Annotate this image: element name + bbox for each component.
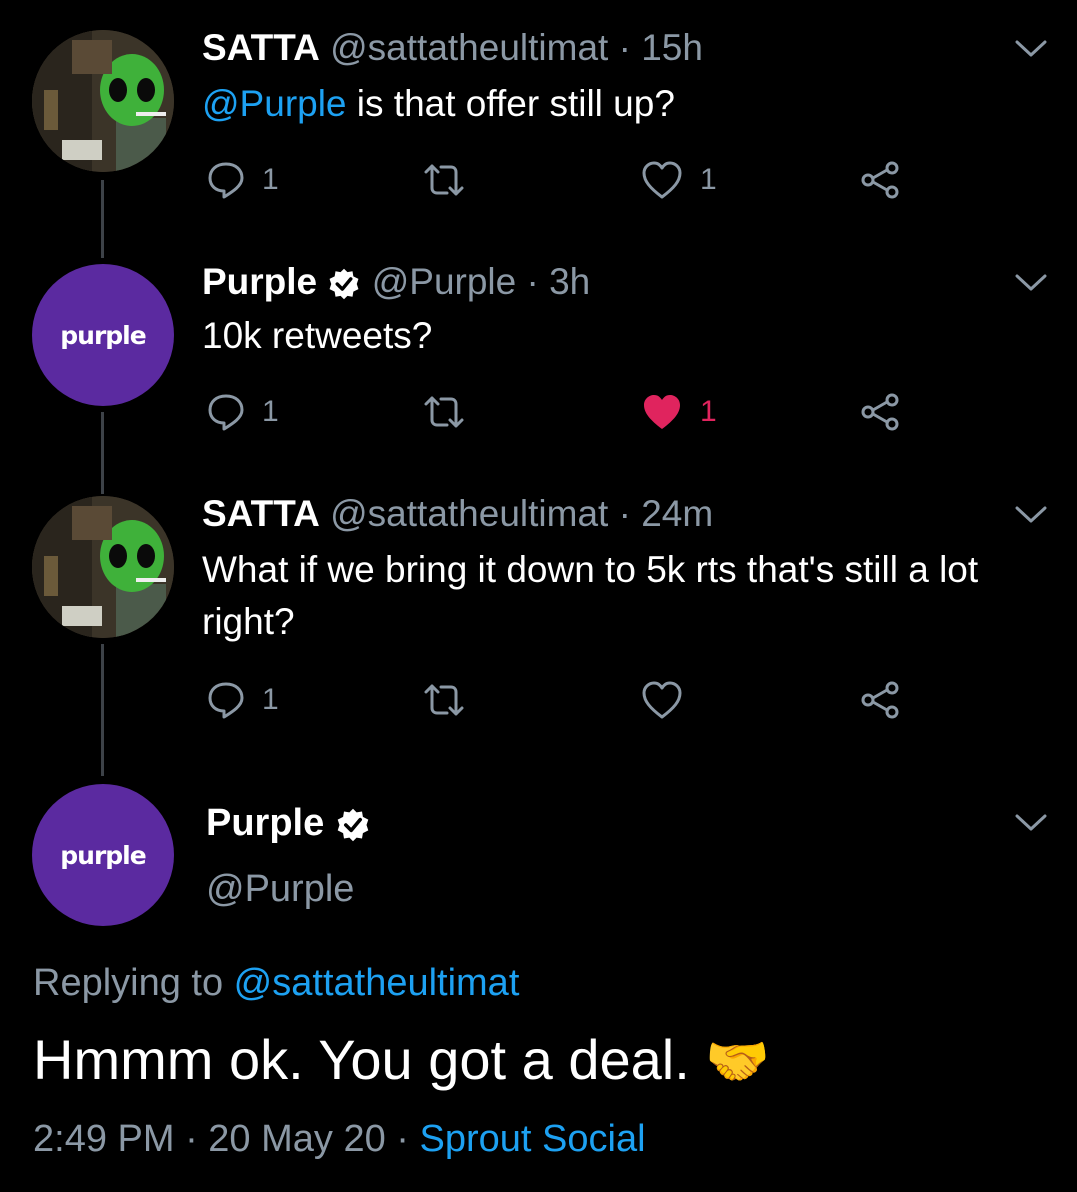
retweet-button[interactable] — [420, 392, 468, 432]
retweet-button[interactable] — [420, 160, 468, 200]
reply-button[interactable]: 1 — [206, 160, 279, 200]
thread-line — [101, 644, 104, 776]
avatar[interactable] — [32, 30, 174, 172]
tweet-text: 10k retweets? — [202, 315, 433, 356]
display-name[interactable]: SATTA — [202, 493, 320, 534]
like-button[interactable]: 1 — [640, 392, 717, 432]
avatar-logo: purple — [60, 320, 146, 350]
reply-count: 1 — [262, 395, 279, 428]
tweet-text-body: Hmmm ok. You got a deal. — [33, 1028, 690, 1091]
share-button[interactable] — [858, 392, 902, 432]
handle-time: @sattatheultimat · 15h — [330, 27, 703, 68]
tweet-text: What if we bring it down to 5k rts that'… — [202, 549, 979, 642]
replying-prefix: Replying to — [33, 962, 234, 1004]
source-link[interactable]: Sprout Social — [420, 1118, 646, 1160]
share-button[interactable] — [858, 160, 902, 200]
main-tweet-text: Hmmm ok. You got a deal. 🤝 — [33, 1026, 770, 1096]
tweet-text-body: is that offer still up? — [346, 83, 675, 124]
mention-link[interactable]: @Purple — [202, 83, 347, 124]
chevron-down-icon[interactable] — [1014, 272, 1048, 294]
display-name[interactable]: Purple — [206, 802, 324, 844]
like-button[interactable]: 1 — [640, 160, 717, 200]
share-icon — [858, 680, 902, 720]
reply-button[interactable]: 1 — [206, 680, 279, 720]
display-name[interactable]: SATTA — [202, 27, 320, 68]
like-button[interactable] — [640, 680, 684, 720]
reply-icon — [206, 392, 246, 432]
avatar[interactable]: purple — [32, 264, 174, 406]
avatar[interactable]: purple — [32, 784, 174, 926]
like-count: 1 — [700, 163, 717, 196]
reply-icon — [206, 680, 246, 720]
reply-count: 1 — [262, 163, 279, 196]
retweet-icon — [420, 392, 468, 432]
handle-time: @Purple · 3h — [371, 261, 591, 302]
replying-to: Replying to @sattatheultimat — [33, 960, 519, 1006]
chevron-down-icon[interactable] — [1014, 504, 1048, 526]
like-count: 1 — [700, 395, 717, 428]
retweet-button[interactable] — [420, 680, 468, 720]
reply-count: 1 — [262, 683, 279, 716]
tweet-text: @Purple is that offer still up? — [202, 78, 1052, 130]
share-icon — [858, 392, 902, 432]
retweet-icon — [420, 680, 468, 720]
retweet-icon — [420, 160, 468, 200]
share-icon — [858, 160, 902, 200]
handshake-emoji: 🤝 — [705, 1033, 771, 1091]
avatar[interactable] — [32, 496, 174, 638]
avatar-image — [32, 30, 174, 172]
like-icon — [640, 160, 684, 200]
reply-icon — [206, 160, 246, 200]
verified-badge-icon — [327, 267, 361, 301]
avatar-logo: purple — [60, 840, 146, 870]
author-handle[interactable]: @Purple — [206, 866, 354, 912]
tweet-header: SATTA @sattatheultimat · 15h — [202, 26, 703, 70]
share-button[interactable] — [858, 680, 902, 720]
timestamp: 2:49 PM · 20 May 20 · — [33, 1118, 420, 1160]
thread-line — [101, 412, 104, 494]
like-icon — [640, 392, 684, 432]
tweet-meta: 2:49 PM · 20 May 20 · Sprout Social — [33, 1116, 646, 1162]
avatar-image — [32, 496, 174, 638]
thread-line — [101, 180, 104, 258]
tweet-header: Purple @Purple · 3h — [202, 260, 590, 304]
chevron-down-icon[interactable] — [1014, 812, 1048, 834]
like-icon — [640, 680, 684, 720]
author-name-row: Purple — [206, 800, 371, 846]
verified-badge-icon — [335, 807, 371, 843]
reply-button[interactable]: 1 — [206, 392, 279, 432]
chevron-down-icon[interactable] — [1014, 38, 1048, 60]
display-name[interactable]: Purple — [202, 261, 317, 302]
tweet-header: SATTA @sattatheultimat · 24m — [202, 492, 713, 536]
replying-handle-link[interactable]: @sattatheultimat — [234, 962, 520, 1004]
handle-time: @sattatheultimat · 24m — [330, 493, 714, 534]
